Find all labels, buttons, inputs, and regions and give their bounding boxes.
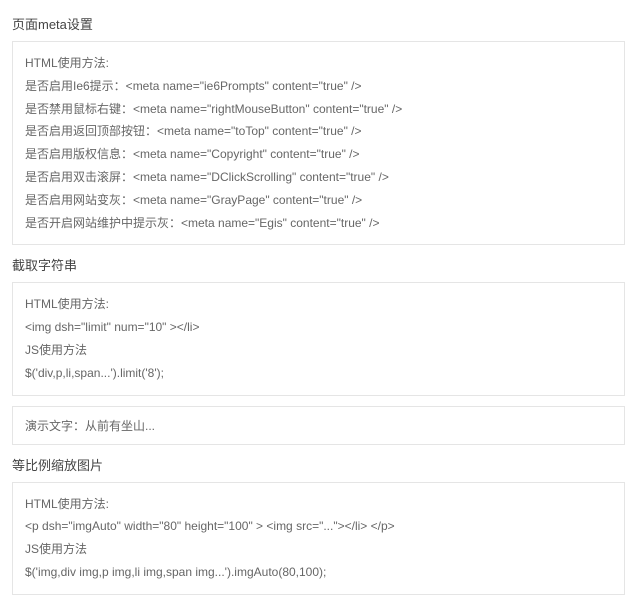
code-panel-limit: HTML使用方法: <img dsh="limit" num="10" ></l… xyxy=(12,282,625,395)
code-line: 是否开启网站维护中提示灰：<meta name="Egis" content="… xyxy=(25,212,612,235)
code-line: 是否禁用鼠标右键：<meta name="rightMouseButton" c… xyxy=(25,98,612,121)
code-line: 是否启用网站变灰：<meta name="GrayPage" content="… xyxy=(25,189,612,212)
code-line: $('img,div img,p img,li img,span img...'… xyxy=(25,561,612,584)
section-title-imgauto: 等比例缩放图片 xyxy=(12,455,625,474)
code-line: JS使用方法 xyxy=(25,538,612,561)
section-title-meta: 页面meta设置 xyxy=(12,14,625,33)
code-line: <img dsh="limit" num="10" ></li> xyxy=(25,316,612,339)
code-line: 是否启用Ie6提示：<meta name="ie6Prompts" conten… xyxy=(25,75,612,98)
code-line: HTML使用方法: xyxy=(25,52,612,75)
demo-text: 演示文字：从前有坐山... xyxy=(25,419,155,433)
code-panel-meta: HTML使用方法: 是否启用Ie6提示：<meta name="ie6Promp… xyxy=(12,41,625,245)
code-line: 是否启用版权信息：<meta name="Copyright" content=… xyxy=(25,143,612,166)
demo-panel-limit: 演示文字：从前有坐山... xyxy=(12,406,625,445)
code-panel-imgauto: HTML使用方法: <p dsh="imgAuto" width="80" he… xyxy=(12,482,625,595)
code-line: <p dsh="imgAuto" width="80" height="100"… xyxy=(25,515,612,538)
code-line: $('div,p,li,span...').limit('8'); xyxy=(25,362,612,385)
code-line: JS使用方法 xyxy=(25,339,612,362)
code-line: HTML使用方法: xyxy=(25,293,612,316)
section-title-limit: 截取字符串 xyxy=(12,255,625,274)
code-line: 是否启用双击滚屏：<meta name="DClickScrolling" co… xyxy=(25,166,612,189)
code-line: 是否启用返回顶部按钮：<meta name="toTop" content="t… xyxy=(25,120,612,143)
